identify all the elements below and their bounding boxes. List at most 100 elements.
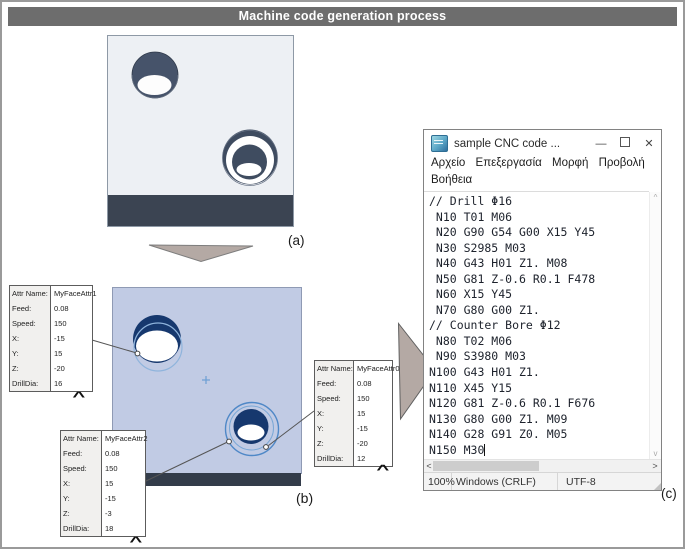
code-line: N80 T02 M06 [429,333,513,348]
attr-value: 16 [54,379,63,388]
menu-view[interactable]: Προβολή [599,157,645,169]
code-line: N50 G81 Z-0.6 R0.1 F478 [429,271,596,286]
menu-format[interactable]: Μορφή [552,157,588,169]
model-a-block [107,35,294,227]
menu-bar-row2: Βοήθεια [424,174,661,186]
attr-label: Speed: [61,461,102,476]
notepad-titlebar[interactable]: sample CNC code ... — ✕ [424,130,661,157]
down-arrow-icon [148,244,254,263]
code-line: N90 S3980 M03 [429,349,526,364]
code-line: N60 X15 Y45 [429,287,513,302]
attr-row: Attr Name: MyFaceAttr1 [10,286,97,301]
attr-row: Feed: 0.08 [61,446,145,461]
collapse-caret-icon[interactable]: ^ [129,534,142,547]
origin-marker-icon [202,376,210,384]
figure-canvas: Machine code generation process (a) (b) … [0,0,685,549]
attr-label: X: [315,406,354,421]
attr-label: DrillDia: [315,451,354,466]
attr-label: Y: [61,491,102,506]
attr-table-myfaceattr2: Attr Name: MyFaceAttr2 Feed: 0.08 Speed: 150 X… [60,430,148,537]
vertical-scrollbar[interactable]: ^ v [649,192,661,459]
attr-label: Feed: [315,376,354,391]
attr-label: Attr Name: [315,361,354,376]
maximize-icon [620,137,630,147]
attr-label: Z: [61,506,102,521]
attr-label: DrillDia: [10,376,51,391]
resize-grip-icon[interactable] [654,483,661,490]
attr-row: Feed: 0.08 [315,376,392,391]
attr-label: Y: [10,346,51,361]
attr-row: Speed: 150 [10,316,92,331]
attr-label: Z: [315,436,354,451]
attr-row: X: 15 [61,476,145,491]
status-bar: 100% Windows (CRLF) UTF-8 [424,472,661,490]
drill-hole-b-selected[interactable] [133,315,183,372]
attr-label: Speed: [315,391,354,406]
attr-label: DrillDia: [61,521,102,536]
scroll-up-icon[interactable]: ^ [650,193,661,202]
attr-row: Feed: 0.08 [10,301,92,316]
attr-label: X: [61,476,102,491]
code-line: N70 G80 G00 Z1. [429,302,540,317]
collapse-caret-icon[interactable]: ^ [72,389,85,404]
attr-row: Z: -20 [315,436,392,451]
attr-label: Speed: [10,316,51,331]
attr-row: Y: 15 [10,346,92,361]
zoom-level: 100% [424,473,455,490]
attr-table-myfaceattr0: Attr Name: MyFaceAttr0 Feed: 0.08 Speed: 150 X… [314,360,400,467]
code-line: N30 S2985 M03 [429,240,526,255]
label-b: (b) [296,490,314,506]
attr-row: Y: -15 [315,421,392,436]
attr-value: 15 [105,479,114,488]
attr-label: Attr Name: [10,286,51,301]
drill-hole-a [131,51,179,99]
attr-row: Attr Name: MyFaceAttr0 [315,361,400,376]
attr-label: X: [10,331,51,346]
text-cursor [484,443,486,456]
attr-row: Y: -15 [61,491,145,506]
attr-row: X: 15 [315,406,392,421]
scroll-right-icon[interactable]: > [650,460,660,472]
menu-edit[interactable]: Επεξεργασία [476,157,542,169]
code-line: N20 G90 G54 G00 X15 Y45 [429,225,596,240]
attr-value: 15 [357,409,366,418]
attr-value: 18 [105,524,114,533]
close-button[interactable]: ✕ [637,137,661,150]
code-line: N10 T01 M06 [429,209,513,224]
attr-row: X: -15 [10,331,92,346]
collapse-caret-icon[interactable]: ^ [376,462,389,477]
attr-value: -3 [105,509,112,518]
attr-value: 12 [357,454,366,463]
code-line: N40 G43 H01 Z1. M08 [429,256,568,271]
code-line: // Counter Bore Φ12 [429,318,561,333]
attr-value: 0.08 [357,379,372,388]
attr-row: Z: -20 [10,361,92,376]
model-a-holes [131,51,278,186]
attr-label: Y: [315,421,354,436]
attr-value: -15 [54,334,65,343]
code-area[interactable]: // Drill Φ16 N10 T01 M06 N20 G90 G54 G00… [424,191,649,459]
attr-value: 0.08 [105,449,120,458]
attr-value: 0.08 [54,304,69,313]
attr-table-myfaceattr1: Attr Name: MyFaceAttr1 Feed: 0.08 Speed: 150 X… [9,285,97,392]
menu-file[interactable]: Αρχείο [431,157,465,169]
attr-row: Attr Name: MyFaceAttr2 [61,431,148,446]
attr-value: 150 [105,464,118,473]
attr-value: MyFaceAttr2 [105,434,148,443]
menu-help[interactable]: Βοήθεια [431,174,472,186]
attr-value: MyFaceAttr1 [54,289,97,298]
attr-row: Speed: 150 [315,391,392,406]
code-line: // Drill Φ16 [429,194,513,208]
attr-value: 150 [357,394,370,403]
attr-row: Z: -3 [61,506,145,521]
attr-label: Z: [10,361,51,376]
scrollbar-thumb[interactable] [433,461,539,471]
horizontal-scrollbar[interactable]: < > [424,459,661,472]
counterbore-hole-b-selected[interactable] [224,401,280,457]
figure-title: Machine code generation process [8,7,677,26]
minimize-button[interactable]: — [589,138,613,150]
scroll-down-icon[interactable]: v [650,449,661,458]
maximize-button[interactable] [613,137,637,150]
menu-bar: Αρχείο Επεξεργασία Μορφή Προβολή [424,157,661,169]
attr-label: Feed: [61,446,102,461]
